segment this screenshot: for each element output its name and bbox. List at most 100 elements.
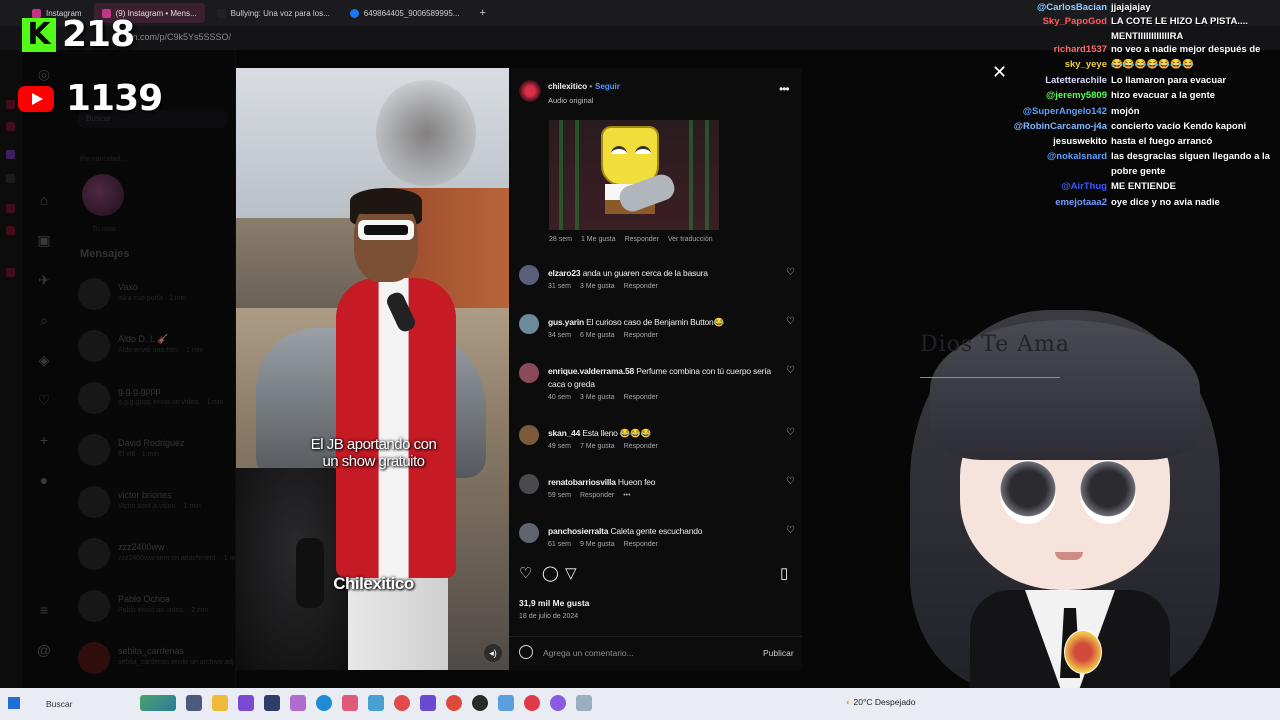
like-comment-icon[interactable]: ♡ — [786, 525, 795, 536]
comment-username[interactable]: panchosierralta — [548, 526, 609, 536]
reply-link[interactable]: Responder — [580, 492, 614, 499]
chat-username[interactable]: Sky_PapoGod — [960, 14, 1107, 29]
chat-username[interactable]: @SuperAngelo142 — [960, 104, 1107, 119]
new-tab-button[interactable]: + — [471, 3, 493, 23]
video-watermark: Chilexitico — [333, 574, 414, 593]
tab-tiktok[interactable]: Bullying: Una voz para los... — [209, 3, 338, 23]
comment-likes[interactable]: 1 Me gusta — [581, 236, 616, 243]
comment-avatar[interactable] — [519, 523, 539, 543]
app-icon[interactable] — [238, 695, 254, 711]
comment-input[interactable]: Agrega un comentario... — [543, 648, 634, 658]
comment-username[interactable]: gus.yarin — [548, 317, 584, 327]
app-icon[interactable] — [368, 695, 384, 711]
taskview-icon[interactable] — [186, 695, 202, 711]
app-icon[interactable] — [394, 695, 410, 711]
comment-username[interactable]: enrique.valderrama.58 — [548, 366, 634, 376]
comment-likes[interactable]: 3 Me gusta — [580, 283, 615, 290]
file-explorer-icon[interactable] — [212, 695, 228, 711]
like-comment-icon[interactable]: ♡ — [786, 476, 795, 487]
audio-label[interactable]: Audio original — [548, 96, 593, 105]
visual-studio-icon[interactable] — [264, 695, 280, 711]
chat-username[interactable]: richard1537 — [960, 42, 1107, 57]
app-icon[interactable] — [342, 695, 358, 711]
comment-username[interactable]: elzaro23 — [548, 268, 581, 278]
publish-button[interactable]: Publicar — [763, 648, 794, 658]
chat-username[interactable]: @CarlosBacian — [960, 0, 1107, 15]
reply-link[interactable]: Responder — [624, 332, 658, 339]
comment-avatar[interactable] — [519, 363, 539, 383]
mute-icon[interactable]: ◂) — [484, 644, 502, 662]
comment-avatar[interactable] — [519, 265, 539, 285]
reply-link[interactable]: Responder — [625, 236, 659, 243]
comment-icon[interactable]: ◯ — [542, 564, 559, 582]
comment-likes[interactable]: 9 Me gusta — [580, 541, 615, 548]
opera-icon[interactable] — [524, 695, 540, 711]
author-avatar[interactable] — [519, 80, 541, 102]
reply-link[interactable]: Responder — [624, 443, 658, 450]
taskbar-search[interactable]: Buscar — [30, 695, 148, 713]
comment-avatar[interactable] — [519, 314, 539, 334]
follow-button[interactable]: Seguir — [595, 82, 620, 91]
comment-likes[interactable]: 7 Me gusta — [580, 443, 615, 450]
reply-link[interactable]: Responder — [624, 283, 658, 290]
like-comment-icon[interactable]: ♡ — [786, 427, 795, 438]
reply-link[interactable]: Responder — [624, 394, 658, 401]
comment-avatar[interactable] — [519, 425, 539, 445]
comment-meta: 59 sem Responder ••• — [548, 492, 640, 499]
share-icon[interactable]: ▽ — [565, 564, 577, 582]
app-icon[interactable] — [576, 695, 592, 711]
spongebob-gif — [549, 120, 719, 230]
save-icon[interactable]: ▯ — [780, 564, 788, 582]
comment-likes[interactable]: 3 Me gusta — [580, 394, 615, 401]
comment-meta: 61 sem 9 Me gusta Responder — [548, 541, 667, 548]
obs-icon[interactable] — [472, 695, 488, 711]
like-icon[interactable]: ♡ — [519, 564, 532, 582]
chat-username[interactable]: emejotaaa2 — [960, 195, 1107, 210]
youtube-logo-icon — [18, 85, 54, 112]
chat-username[interactable]: @jeremy5809 — [960, 88, 1107, 103]
author-username[interactable]: chilexitico • — [548, 82, 592, 91]
windows-start-icon[interactable] — [8, 697, 20, 709]
post-video[interactable]: El JB aportando con un show gratuito Chi… — [236, 68, 509, 670]
reply-link[interactable]: Responder — [624, 541, 658, 548]
vs-code-icon[interactable] — [420, 695, 436, 711]
gif-stripe — [689, 120, 693, 230]
like-comment-icon[interactable]: ♡ — [786, 365, 795, 376]
app-icon[interactable] — [550, 695, 566, 711]
chat-username[interactable]: @nokalsnard — [960, 149, 1107, 164]
app-icon[interactable] — [290, 695, 306, 711]
chat-username[interactable]: Latetterachile — [960, 73, 1107, 88]
comment-age: 34 sem — [548, 332, 571, 339]
vtuber-avatar: Dios Te Ama — [890, 290, 1250, 690]
emoji-icon[interactable] — [519, 645, 533, 659]
gif-stripe — [575, 120, 579, 230]
comment-username[interactable]: skan_44 — [548, 428, 580, 438]
like-count[interactable]: 31,9 mil Me gusta — [519, 598, 589, 608]
comment-text: Esta lleno 😂😂😂 — [582, 428, 651, 438]
like-comment-icon[interactable]: ♡ — [786, 316, 795, 327]
app-icon[interactable] — [498, 695, 514, 711]
edge-icon[interactable] — [316, 695, 332, 711]
like-comment-icon[interactable]: ♡ — [786, 267, 795, 278]
chat-username[interactable]: @AirThug — [960, 179, 1107, 194]
chat-username[interactable]: sky_yeye — [960, 57, 1107, 72]
chat-username[interactable]: jesuswekito — [960, 134, 1107, 149]
weather-widget[interactable]: ◐ 20°C Despejado — [846, 697, 916, 707]
comment-likes[interactable]: 6 Me gusta — [580, 332, 615, 339]
comment-username[interactable]: renatobarriosvilla — [548, 477, 616, 487]
translate-link[interactable]: Ver traducción — [668, 236, 713, 243]
comment-avatar[interactable] — [519, 474, 539, 494]
video-person-hair-top — [350, 188, 422, 214]
tiktok-icon — [216, 8, 226, 18]
vtuber-eye — [1000, 460, 1056, 524]
video-caption: El JB aportando con un show gratuito — [310, 436, 437, 470]
tab-facebook[interactable]: 649864405_9006589995... — [342, 3, 468, 23]
comment-text: anda un guaren cerca de la basura — [582, 268, 708, 278]
more-options-icon[interactable]: ••• — [779, 82, 790, 96]
post-actions: ♡ ◯ ▽ ▯ — [509, 564, 802, 588]
speaker — [296, 538, 324, 608]
chrome-icon[interactable] — [446, 695, 462, 711]
chat-username[interactable]: @RobinCarcamo-j4a — [960, 119, 1107, 134]
widgets-icon[interactable] — [140, 695, 176, 711]
comment-options-icon[interactable]: ••• — [623, 492, 630, 499]
